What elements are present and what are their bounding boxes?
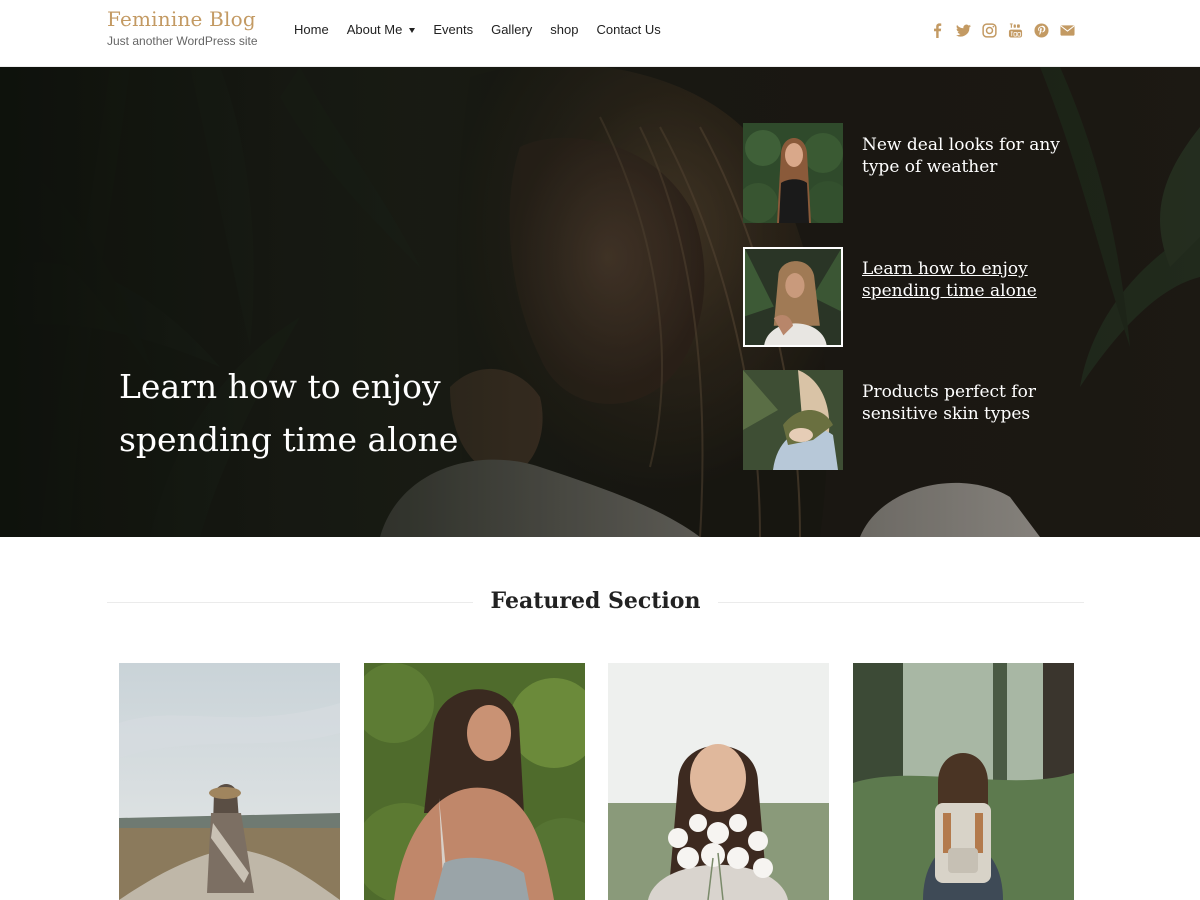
hero-post-title[interactable]: Products perfect for sensitive skin type…	[862, 381, 1092, 425]
hero-slider: Learn how to enjoy spending time alone N…	[0, 67, 1200, 537]
hero-post-thumbnail[interactable]	[743, 247, 843, 347]
featured-post-image[interactable]	[119, 663, 340, 900]
site-branding: Feminine Blog Just another WordPress sit…	[107, 6, 258, 48]
pinterest-icon[interactable]	[1033, 22, 1050, 39]
hero-post-item[interactable]: Products perfect for sensitive skin type…	[743, 370, 1103, 470]
hero-post-item-active[interactable]: Learn how to enjoy spending time alone	[743, 247, 1103, 347]
hero-post-title[interactable]: Learn how to enjoy spending time alone	[862, 258, 1092, 302]
site-header: Feminine Blog Just another WordPress sit…	[0, 0, 1200, 67]
envelope-icon[interactable]	[1059, 22, 1076, 39]
featured-post-image[interactable]	[608, 663, 829, 900]
hero-post-thumbnail[interactable]	[743, 123, 843, 223]
nav-item-label: Contact Us	[596, 22, 661, 37]
nav-item-label: Gallery	[491, 22, 533, 37]
nav-item-label: Home	[294, 22, 329, 37]
nav-item-gallery[interactable]: Gallery	[491, 22, 532, 37]
featured-post-image[interactable]	[853, 663, 1074, 900]
featured-section-title: Featured Section	[472, 588, 719, 614]
hero-post-item[interactable]: New deal looks for any type of weather	[743, 123, 1103, 223]
facebook-icon[interactable]	[929, 22, 946, 39]
instagram-icon[interactable]	[981, 22, 998, 39]
chevron-down-icon	[409, 27, 416, 33]
nav-item-label: Events	[433, 22, 474, 37]
site-tagline: Just another WordPress site	[107, 34, 258, 48]
twitter-icon[interactable]	[955, 22, 972, 39]
featured-post-grid	[119, 663, 1075, 900]
featured-section-heading: Featured Section	[107, 587, 1084, 617]
social-links	[929, 22, 1076, 39]
nav-item-shop[interactable]: shop	[550, 22, 578, 37]
nav-item-label: shop	[550, 22, 579, 37]
nav-item-home[interactable]: Home	[294, 22, 329, 37]
site-title[interactable]: Feminine Blog	[107, 6, 258, 32]
hero-post-title[interactable]: New deal looks for any type of weather	[862, 134, 1092, 178]
nav-item-label: About Me	[346, 22, 403, 37]
youtube-icon[interactable]	[1007, 22, 1024, 39]
nav-item-events[interactable]: Events	[433, 22, 473, 37]
hero-post-thumbnail[interactable]	[743, 370, 843, 470]
main-navigation: Home About Me Events Gallery shop Contac…	[294, 22, 679, 37]
hero-slide-title[interactable]: Learn how to enjoy spending time alone	[119, 360, 539, 466]
nav-item-about-me[interactable]: About Me	[347, 22, 416, 37]
featured-post-image[interactable]	[364, 663, 585, 900]
nav-item-contact-us[interactable]: Contact Us	[596, 22, 660, 37]
